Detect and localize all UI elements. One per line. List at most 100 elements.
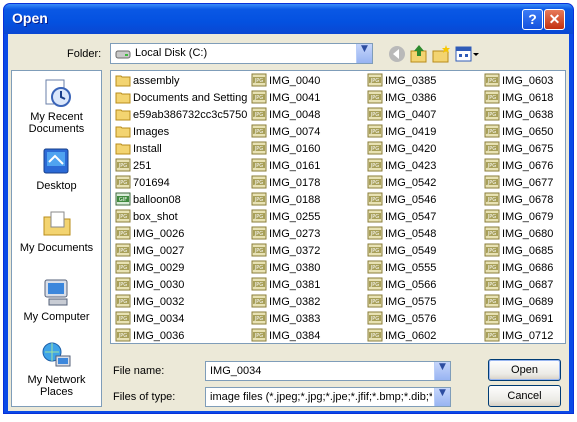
- filetype-select[interactable]: image files (*.jpeg;*.jpg;*.jpe;*.jfif;*…: [205, 387, 451, 407]
- file-item[interactable]: JPG IMG_0048: [251, 107, 320, 123]
- file-item[interactable]: JPG IMG_0542: [367, 175, 436, 191]
- file-item[interactable]: JPG IMG_0679: [484, 209, 553, 225]
- open-button[interactable]: Open: [488, 359, 561, 381]
- file-item[interactable]: JPG IMG_0686: [484, 260, 553, 276]
- file-item[interactable]: JPG IMG_0555: [367, 260, 436, 276]
- file-item[interactable]: JPG IMG_0032: [115, 294, 184, 310]
- svg-text:JPG: JPG: [370, 282, 379, 288]
- file-item[interactable]: JPG IMG_0034: [115, 311, 184, 327]
- file-item[interactable]: JPG IMG_0372: [251, 243, 320, 259]
- view-menu-icon[interactable]: [454, 44, 480, 64]
- file-item[interactable]: JPG IMG_0407: [367, 107, 436, 123]
- file-item[interactable]: JPG IMG_0650: [484, 124, 553, 140]
- file-item[interactable]: JPG IMG_0273: [251, 226, 320, 242]
- file-item[interactable]: JPG IMG_0160: [251, 141, 320, 157]
- file-item[interactable]: JPG IMG_0382: [251, 294, 320, 310]
- file-item[interactable]: JPG IMG_0027: [115, 243, 184, 259]
- file-item[interactable]: JPG IMG_0680: [484, 226, 553, 242]
- jpg-file-icon: JPG: [484, 226, 500, 240]
- file-item[interactable]: JPG IMG_0030: [115, 277, 184, 293]
- cancel-button[interactable]: Cancel: [488, 385, 561, 407]
- file-item[interactable]: JPG IMG_0419: [367, 124, 436, 140]
- jpg-file-icon: JPG: [115, 209, 131, 223]
- network-places-icon: [42, 342, 70, 367]
- place-my-documents[interactable]: My Documents: [12, 208, 101, 254]
- file-item[interactable]: JPG IMG_0161: [251, 158, 320, 174]
- file-item[interactable]: JPG IMG_0381: [251, 277, 320, 293]
- svg-text:JPG: JPG: [254, 163, 263, 169]
- file-item[interactable]: JPG IMG_0689: [484, 294, 553, 310]
- file-item[interactable]: Documents and Setting: [115, 90, 247, 106]
- folder-combo[interactable]: Local Disk (C:) ▼: [110, 43, 373, 64]
- file-item[interactable]: JPG IMG_0420: [367, 141, 436, 157]
- file-item[interactable]: JPG IMG_0386: [367, 90, 436, 106]
- filetype-dropdown-arrow[interactable]: ▼: [434, 388, 450, 406]
- file-item[interactable]: JPG IMG_0676: [484, 158, 553, 174]
- file-item[interactable]: JPG IMG_0041: [251, 90, 320, 106]
- file-item[interactable]: Install: [115, 141, 162, 157]
- file-item[interactable]: JPG IMG_0036: [115, 328, 184, 343]
- file-item[interactable]: JPG IMG_0638: [484, 107, 553, 123]
- place-label: My Network Places: [27, 374, 86, 398]
- file-item[interactable]: JPG IMG_0040: [251, 73, 320, 89]
- file-list[interactable]: assembly Documents and Setting e59ab386732…: [110, 70, 566, 344]
- file-item[interactable]: JPG IMG_0548: [367, 226, 436, 242]
- filename-field[interactable]: IMG_0034 ▼: [205, 361, 451, 381]
- file-item[interactable]: JPG IMG_0602: [367, 328, 436, 343]
- file-item[interactable]: JPG IMG_0549: [367, 243, 436, 259]
- file-item[interactable]: JPG box_shot: [115, 209, 178, 225]
- file-item[interactable]: JPG IMG_0255: [251, 209, 320, 225]
- file-item[interactable]: JPG IMG_0423: [367, 158, 436, 174]
- file-item[interactable]: JPG IMG_0677: [484, 175, 553, 191]
- file-item[interactable]: e59ab386732cc3c5750: [115, 107, 247, 123]
- file-item[interactable]: JPG IMG_0618: [484, 90, 553, 106]
- svg-text:JPG: JPG: [487, 333, 496, 339]
- jpg-file-icon: JPG: [115, 311, 131, 325]
- file-item[interactable]: JPG IMG_0603: [484, 73, 553, 89]
- filename-dropdown-arrow[interactable]: ▼: [434, 362, 450, 380]
- file-item[interactable]: JPG 251: [115, 158, 151, 174]
- file-item[interactable]: JPG IMG_0675: [484, 141, 553, 157]
- file-item[interactable]: JPG IMG_0188: [251, 192, 320, 208]
- place-recent-documents[interactable]: My Recent Documents: [12, 77, 101, 135]
- file-item[interactable]: JPG IMG_0384: [251, 328, 320, 343]
- title-bar[interactable]: Open ? ✕: [4, 4, 573, 34]
- new-folder-icon[interactable]: [431, 44, 451, 64]
- file-item[interactable]: JPG IMG_0575: [367, 294, 436, 310]
- svg-text:JPG: JPG: [254, 197, 263, 203]
- folder-dropdown-arrow[interactable]: ▼: [356, 44, 372, 63]
- file-item[interactable]: JPG IMG_0712: [484, 328, 553, 343]
- back-icon[interactable]: [387, 44, 407, 64]
- svg-text:JPG: JPG: [254, 129, 263, 135]
- file-item[interactable]: JPG IMG_0074: [251, 124, 320, 140]
- jpg-file-icon: JPG: [367, 243, 383, 257]
- close-button[interactable]: ✕: [544, 9, 565, 30]
- file-item[interactable]: JPG IMG_0026: [115, 226, 184, 242]
- file-item[interactable]: JPG IMG_0546: [367, 192, 436, 208]
- file-item[interactable]: Images: [115, 124, 169, 140]
- help-button[interactable]: ?: [522, 9, 543, 30]
- file-item[interactable]: assembly: [115, 73, 179, 89]
- jpg-file-icon: JPG: [484, 90, 500, 104]
- file-item[interactable]: JPG IMG_0566: [367, 277, 436, 293]
- file-item[interactable]: GIF balloon08: [115, 192, 181, 208]
- place-my-computer[interactable]: My Computer: [12, 277, 101, 323]
- file-item[interactable]: JPG IMG_0380: [251, 260, 320, 276]
- file-name: IMG_0382: [269, 296, 321, 308]
- file-item[interactable]: JPG IMG_0678: [484, 192, 553, 208]
- jpg-file-icon: JPG: [367, 158, 383, 172]
- file-item[interactable]: JPG IMG_0691: [484, 311, 553, 327]
- file-item[interactable]: JPG 701694: [115, 175, 170, 191]
- file-item[interactable]: JPG IMG_0383: [251, 311, 320, 327]
- file-item[interactable]: JPG IMG_0685: [484, 243, 553, 259]
- file-item[interactable]: JPG IMG_0547: [367, 209, 436, 225]
- place-desktop[interactable]: Desktop: [12, 146, 101, 192]
- file-item[interactable]: JPG IMG_0687: [484, 277, 553, 293]
- jpg-file-icon: JPG: [251, 141, 267, 155]
- file-item[interactable]: JPG IMG_0029: [115, 260, 184, 276]
- up-folder-icon[interactable]: [409, 44, 429, 64]
- file-item[interactable]: JPG IMG_0385: [367, 73, 436, 89]
- file-item[interactable]: JPG IMG_0178: [251, 175, 320, 191]
- file-item[interactable]: JPG IMG_0576: [367, 311, 436, 327]
- place-network-places[interactable]: My Network Places: [12, 340, 101, 398]
